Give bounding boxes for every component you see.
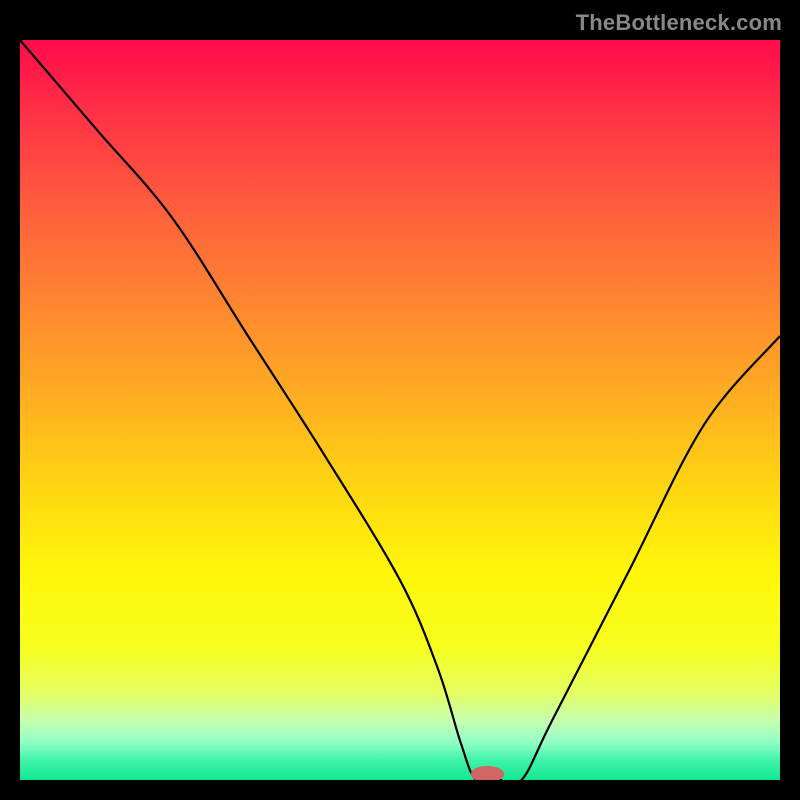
plot-area <box>20 40 780 780</box>
bottleneck-chart <box>20 40 780 780</box>
watermark-text: TheBottleneck.com <box>576 10 782 36</box>
gradient-background <box>20 40 780 780</box>
chart-frame: TheBottleneck.com <box>0 0 800 800</box>
